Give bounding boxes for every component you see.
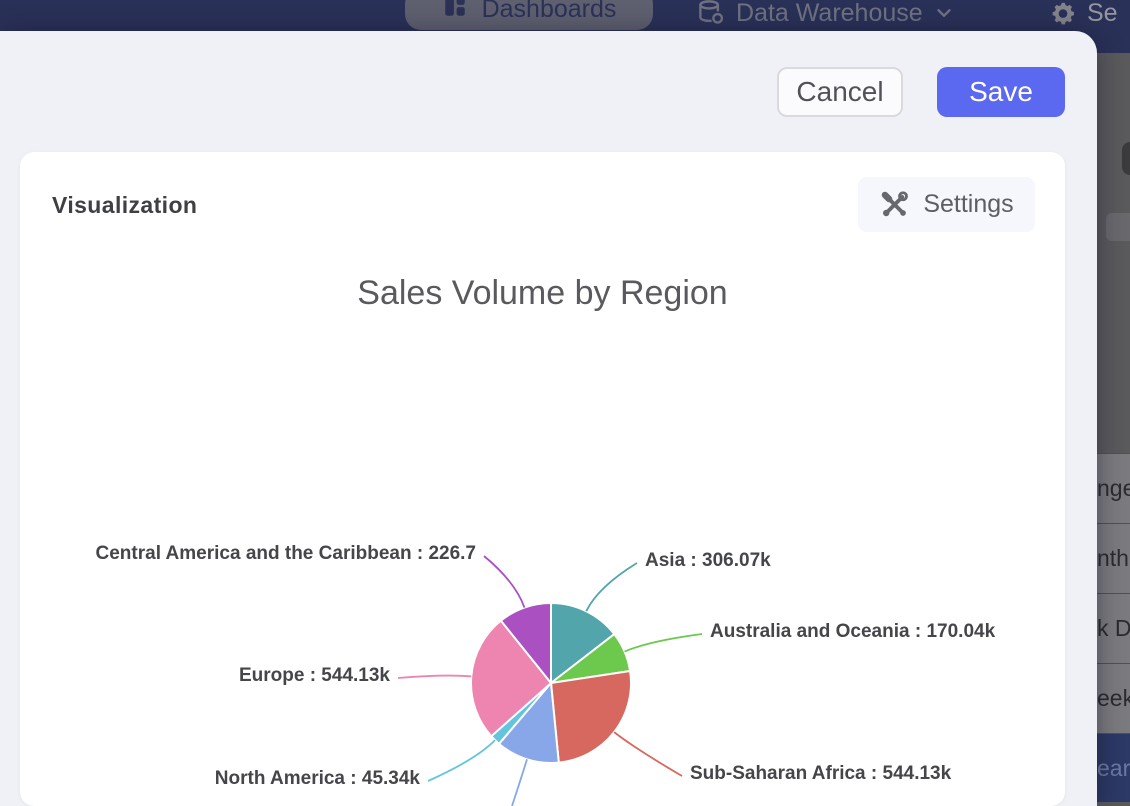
background-list-item: k D [1097, 593, 1130, 663]
background-list-item: eek [1097, 663, 1130, 733]
background-list-item: nth [1097, 523, 1130, 593]
pie-leader-line [625, 634, 702, 652]
pie-leader-line [614, 732, 682, 776]
dashboards-icon [442, 0, 468, 26]
nav-item-settings[interactable]: Se [1049, 0, 1118, 26]
background-page-strip: ngenthk Deekear [1097, 53, 1130, 806]
pie-chart: Sales Volume by Region Asia : 306.07kAus… [20, 152, 1065, 806]
pie-leader-line [484, 556, 524, 608]
background-dropdown-list: ngenthk Deekear [1097, 453, 1130, 802]
visualization-modal: Cancel Save Visualization Settings [0, 31, 1097, 806]
database-icon [696, 0, 726, 28]
background-chip-dark [1122, 142, 1130, 175]
pie-label: Australia and Oceania : 170.04k [710, 621, 995, 643]
pie-leader-line [398, 676, 471, 678]
nav-item-data-warehouse-label: Data Warehouse [736, 0, 923, 28]
nav-tab-dashboards-label: Dashboards [482, 0, 617, 24]
background-list-item: nge [1097, 453, 1130, 523]
pie-svg [20, 152, 1065, 806]
pie-label: Asia : 306.07k [645, 550, 771, 572]
pie-leader-line [512, 759, 527, 806]
pie-slice-sub-saharan-africa[interactable] [551, 671, 631, 763]
cancel-button[interactable]: Cancel [777, 67, 903, 117]
background-chip-light [1106, 213, 1130, 241]
gear-icon [1049, 0, 1077, 27]
pie-label: Sub-Saharan Africa : 544.13k [690, 763, 951, 785]
pie-label: Europe : 544.13k [239, 665, 390, 687]
pie-label: North America : 45.34k [215, 768, 420, 790]
save-button[interactable]: Save [937, 67, 1065, 117]
nav-item-data-warehouse[interactable]: Data Warehouse [696, 0, 955, 26]
pie-leader-line [428, 740, 495, 781]
chevron-down-icon [933, 2, 955, 24]
nav-item-settings-label: Se [1087, 0, 1118, 28]
pie-label: Central America and the Caribbean : 226.… [96, 543, 476, 565]
visualization-card: Visualization Settings Sales Volume by R… [20, 152, 1065, 806]
background-list-item: ear [1097, 733, 1130, 802]
pie-leader-line [586, 563, 637, 611]
nav-tab-dashboards[interactable]: Dashboards [405, 0, 653, 30]
